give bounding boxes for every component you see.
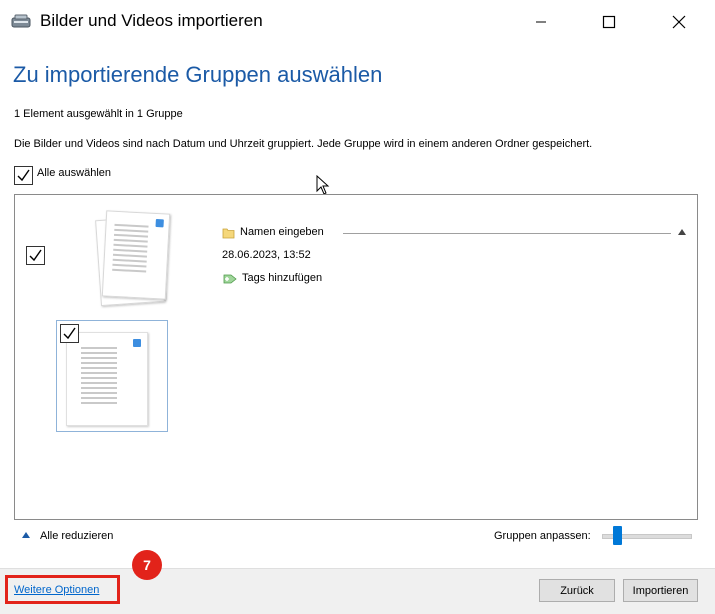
checkmark-icon bbox=[63, 327, 76, 340]
add-tag-icon bbox=[223, 274, 237, 284]
folder-icon bbox=[222, 228, 235, 239]
checkmark-icon bbox=[29, 249, 42, 262]
download-badge-icon bbox=[133, 339, 141, 347]
maximize-button[interactable] bbox=[586, 0, 632, 44]
add-tags-link[interactable]: Tags hinzufügen bbox=[242, 272, 322, 284]
group-divider bbox=[343, 233, 671, 234]
group-slider-thumb[interactable] bbox=[613, 526, 622, 545]
title-bar: Bilder und Videos importieren bbox=[0, 0, 715, 44]
step-number-badge: 7 bbox=[132, 550, 162, 580]
close-button[interactable] bbox=[656, 0, 702, 44]
collapse-all-link[interactable]: Alle reduzieren bbox=[40, 530, 113, 542]
group-name-field[interactable]: Namen eingeben bbox=[240, 226, 324, 238]
collapse-arrow-icon[interactable] bbox=[678, 229, 686, 235]
group-stack-thumbnail[interactable] bbox=[95, 210, 171, 307]
minimize-button[interactable] bbox=[518, 0, 564, 44]
checkmark-icon bbox=[17, 169, 30, 182]
item-checkbox[interactable] bbox=[60, 324, 79, 343]
adjust-groups-label: Gruppen anpassen: bbox=[494, 530, 591, 542]
maximize-icon bbox=[602, 15, 616, 29]
minimize-icon bbox=[536, 21, 546, 23]
mouse-pointer-icon bbox=[316, 175, 330, 195]
page-heading: Zu importierende Gruppen auswählen bbox=[13, 62, 383, 87]
select-all-checkbox[interactable] bbox=[14, 166, 33, 185]
scanner-camera-icon bbox=[10, 12, 32, 30]
import-window: Bilder und Videos importieren Zu importi… bbox=[0, 0, 715, 614]
document-sheet bbox=[101, 210, 171, 300]
document-preview bbox=[66, 332, 148, 426]
import-button[interactable]: Importieren bbox=[623, 579, 698, 602]
annotation-highlight-box bbox=[5, 575, 120, 604]
window-title: Bilder und Videos importieren bbox=[40, 11, 263, 30]
close-icon bbox=[672, 15, 686, 29]
description-text: Die Bilder und Videos sind nach Datum un… bbox=[14, 138, 593, 150]
group-date: 28.06.2023, 13:52 bbox=[222, 249, 311, 261]
download-badge-icon bbox=[155, 218, 164, 228]
back-button[interactable]: Zurück bbox=[539, 579, 615, 602]
collapse-all-arrow-icon[interactable] bbox=[22, 532, 30, 538]
selection-info: 1 Element ausgewählt in 1 Gruppe bbox=[14, 108, 183, 120]
select-all-label[interactable]: Alle auswählen bbox=[37, 167, 111, 179]
group-checkbox[interactable] bbox=[26, 246, 45, 265]
